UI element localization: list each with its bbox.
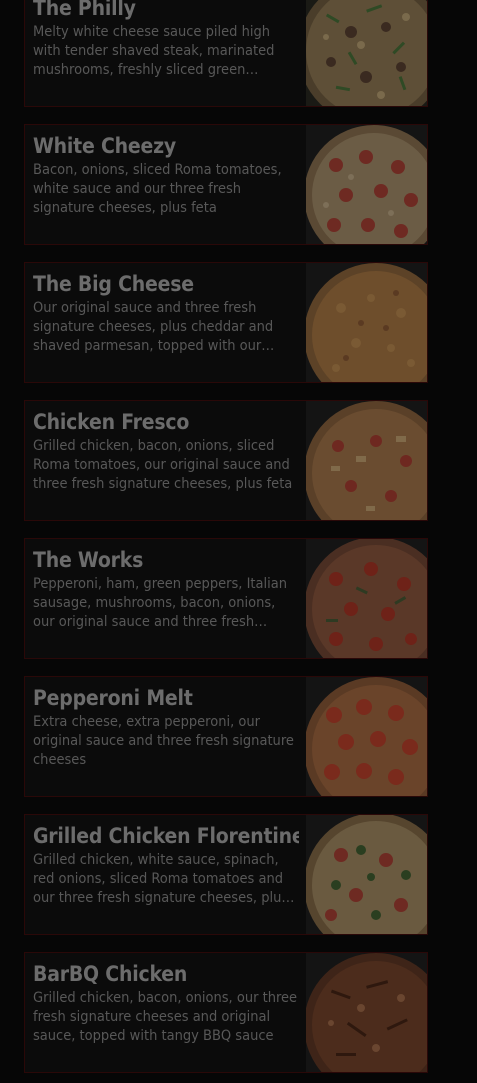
menu-card-description: Grilled chicken, white sauce, spinach, r… — [33, 852, 289, 906]
menu-card-title: BarBQ Chicken — [33, 962, 188, 986]
pizza-image — [306, 0, 427, 106]
menu-card-description: Bacon, onions, sliced Roma tomatoes, whi… — [33, 162, 282, 216]
menu-card-pepperoni-melt[interactable]: Pepperoni Melt Extra cheese, extra peppe… — [24, 676, 428, 797]
menu-card-title: Pepperoni Melt — [33, 686, 193, 710]
menu-card-text: The Works Pepperoni, ham, green peppers,… — [33, 539, 299, 632]
menu-card-description: Grilled chicken, bacon, onions, sliced R… — [33, 438, 293, 492]
menu-card-title: The Philly — [33, 0, 136, 20]
menu-card-text: The Big Cheese Our original sauce and th… — [33, 263, 299, 356]
menu-card-title: Chicken Fresco — [33, 410, 190, 434]
menu-card-title: The Big Cheese — [33, 272, 194, 296]
menu-card-description: Extra cheese, extra pepperoni, our origi… — [33, 714, 294, 768]
menu-card-the-philly[interactable]: The Philly Melty white cheese sauce pile… — [24, 0, 428, 107]
pizza-image — [306, 263, 427, 382]
menu-card-text: Pepperoni Melt Extra cheese, extra peppe… — [33, 677, 299, 770]
menu-card-text: White Cheezy Bacon, onions, sliced Roma … — [33, 125, 299, 218]
menu-card-title: The Works — [33, 548, 144, 572]
menu-card-white-cheezy[interactable]: White Cheezy Bacon, onions, sliced Roma … — [24, 124, 428, 245]
menu-card-description: Melty white cheese sauce piled high with… — [33, 24, 275, 78]
menu-card-description: Our original sauce and three fresh signa… — [33, 300, 274, 354]
menu-card-text: Chicken Fresco Grilled chicken, bacon, o… — [33, 401, 299, 494]
menu-card-text: Grilled Chicken Florentine Grilled chick… — [33, 815, 299, 908]
menu-card-text: The Philly Melty white cheese sauce pile… — [33, 0, 299, 80]
pizza-image — [306, 953, 427, 1072]
menu-card-barbq-chicken[interactable]: BarBQ Chicken Grilled chicken, bacon, on… — [24, 952, 428, 1073]
menu-card-description: Grilled chicken, bacon, onions, our thre… — [33, 990, 298, 1044]
pizza-image — [306, 815, 427, 934]
pizza-image — [306, 401, 427, 520]
menu-card-description: Pepperoni, ham, green peppers, Italian s… — [33, 576, 288, 630]
menu-card-grilled-chicken-florentine[interactable]: Grilled Chicken Florentine Grilled chick… — [24, 814, 428, 935]
pizza-image — [306, 677, 427, 796]
menu-card-title: Grilled Chicken Florentine — [33, 824, 299, 848]
menu-card-title: White Cheezy — [33, 134, 177, 158]
menu-card-chicken-fresco[interactable]: Chicken Fresco Grilled chicken, bacon, o… — [24, 400, 428, 521]
pizza-image — [306, 539, 427, 658]
menu-card-the-works[interactable]: The Works Pepperoni, ham, green peppers,… — [24, 538, 428, 659]
menu-card-the-big-cheese[interactable]: The Big Cheese Our original sauce and th… — [24, 262, 428, 383]
pizza-image — [306, 125, 427, 244]
menu-card-text: BarBQ Chicken Grilled chicken, bacon, on… — [33, 953, 299, 1046]
